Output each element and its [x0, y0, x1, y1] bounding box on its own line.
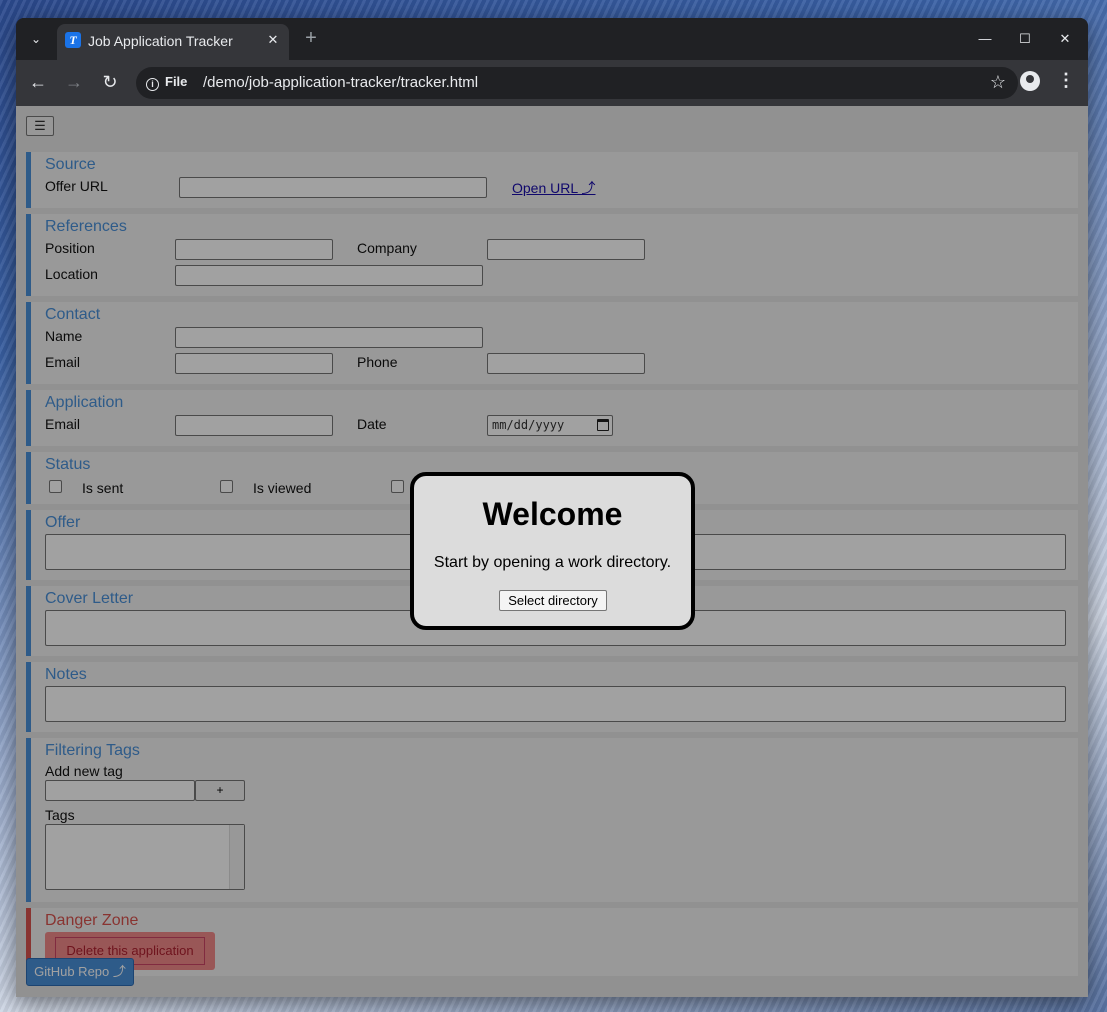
address-bar[interactable]: i File /demo/job-application-tracker/trac… — [136, 67, 1018, 99]
back-arrow-icon[interactable]: ← — [26, 70, 50, 94]
profile-avatar-icon[interactable] — [1020, 71, 1040, 91]
tab-bar: ⌄ T Job Application Tracker ✕ + — ☐ ✕ — [16, 18, 1088, 60]
maximize-icon[interactable]: ☐ — [1013, 28, 1037, 50]
browser-menu-icon[interactable]: ⋮ — [1056, 70, 1076, 91]
minimize-icon[interactable]: — — [973, 28, 997, 50]
browser-window: ⌄ T Job Application Tracker ✕ + — ☐ ✕ ← … — [16, 18, 1088, 997]
favicon-icon: T — [65, 32, 81, 48]
new-tab-plus-icon[interactable]: + — [299, 27, 323, 51]
select-directory-button[interactable]: Select directory — [499, 590, 607, 611]
window-close-icon[interactable]: ✕ — [1053, 28, 1077, 50]
site-info-button[interactable]: i File — [146, 74, 187, 91]
url-text: /demo/job-application-tracker/tracker.ht… — [203, 74, 479, 91]
tab-title: Job Application Tracker — [88, 33, 233, 49]
bookmark-star-icon[interactable]: ☆ — [990, 72, 1006, 93]
info-icon: i — [146, 78, 159, 91]
tab-close-icon[interactable]: ✕ — [265, 32, 281, 48]
page-viewport: ☰ Source Offer URL Open URL ⤴ References… — [16, 106, 1088, 997]
modal-title: Welcome — [482, 496, 623, 532]
modal-message: Start by opening a work directory. — [433, 554, 672, 571]
reload-icon[interactable]: ↻ — [98, 70, 122, 94]
tab-search-chevron-icon[interactable]: ⌄ — [25, 28, 47, 50]
browser-toolbar: ← → ↻ i File /demo/job-application-tracke… — [16, 60, 1088, 106]
welcome-modal: Welcome Start by opening a work director… — [410, 472, 695, 630]
forward-arrow-icon[interactable]: → — [62, 70, 86, 94]
url-scheme-label: File — [165, 74, 188, 89]
tab-job-application-tracker[interactable]: T Job Application Tracker ✕ — [57, 24, 289, 60]
